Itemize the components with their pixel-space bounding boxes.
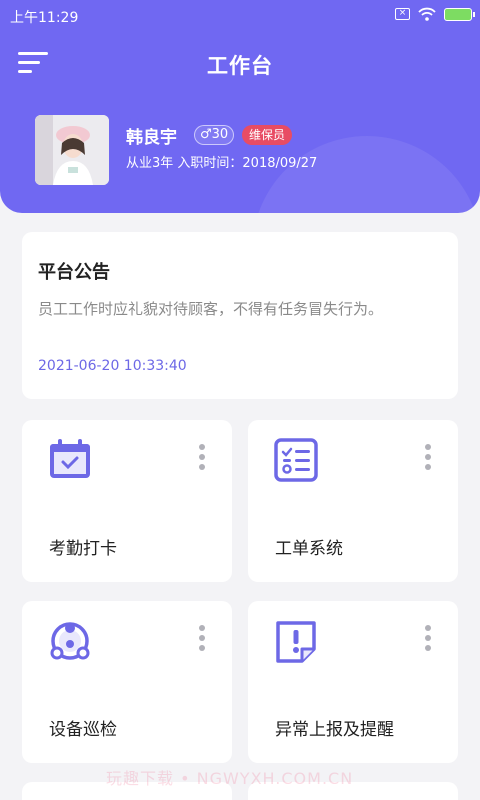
avatar[interactable] [35,115,109,185]
card-attendance[interactable]: 考勤打卡 [22,420,232,582]
card-work-orders[interactable]: 工单系统 [248,420,458,582]
role-badge: 维保员 [242,125,293,145]
gender-age-badge: ♂30 [194,125,235,145]
more-icon[interactable] [424,444,432,474]
user-name: 韩良宇 [126,128,177,148]
card-label: 设备巡检 [49,720,117,740]
card-device-inspection[interactable]: 设备巡检 [22,601,232,763]
notice-title: 平台公告 [38,262,110,283]
user-meta: 从业3年 入职时间：2018/09/27 [126,156,318,171]
notice-date: 2021-06-20 10:33:40 [38,358,187,374]
device-network-icon [50,622,90,660]
more-icon[interactable] [424,625,432,655]
header-banner: 上午11:29 × 工作台 韩良宇 ♂30 维保员 从业3年 入职时间：2018… [0,0,480,213]
notice-body: 员工工作时应礼貌对待顾客，不得有任务冒失行为。 [38,300,384,318]
more-icon[interactable] [198,625,206,655]
page-title: 工作台 [207,54,273,78]
decorative-circle [252,136,480,213]
status-time: 上午11:29 [10,10,79,26]
battery-charging-icon [444,7,475,21]
status-icons: × [395,7,475,21]
status-bar: 上午11:29 × [0,0,480,30]
calendar-check-icon [50,439,90,478]
checklist-icon [274,438,318,482]
watermark: 玩趣下载 • NGWYXH.COM.CN [106,769,354,788]
card-label: 考勤打卡 [49,539,117,559]
sim-off-icon: × [395,8,410,20]
notice-card[interactable]: 平台公告 员工工作时应礼貌对待顾客，不得有任务冒失行为。 2021-06-20 … [22,232,458,399]
card-label: 异常上报及提醒 [275,720,394,740]
card-exception-report[interactable]: 异常上报及提醒 [248,601,458,763]
wifi-icon [418,7,436,21]
exception-report-icon [276,621,316,663]
card-label: 工单系统 [275,539,343,559]
more-icon[interactable] [198,444,206,474]
